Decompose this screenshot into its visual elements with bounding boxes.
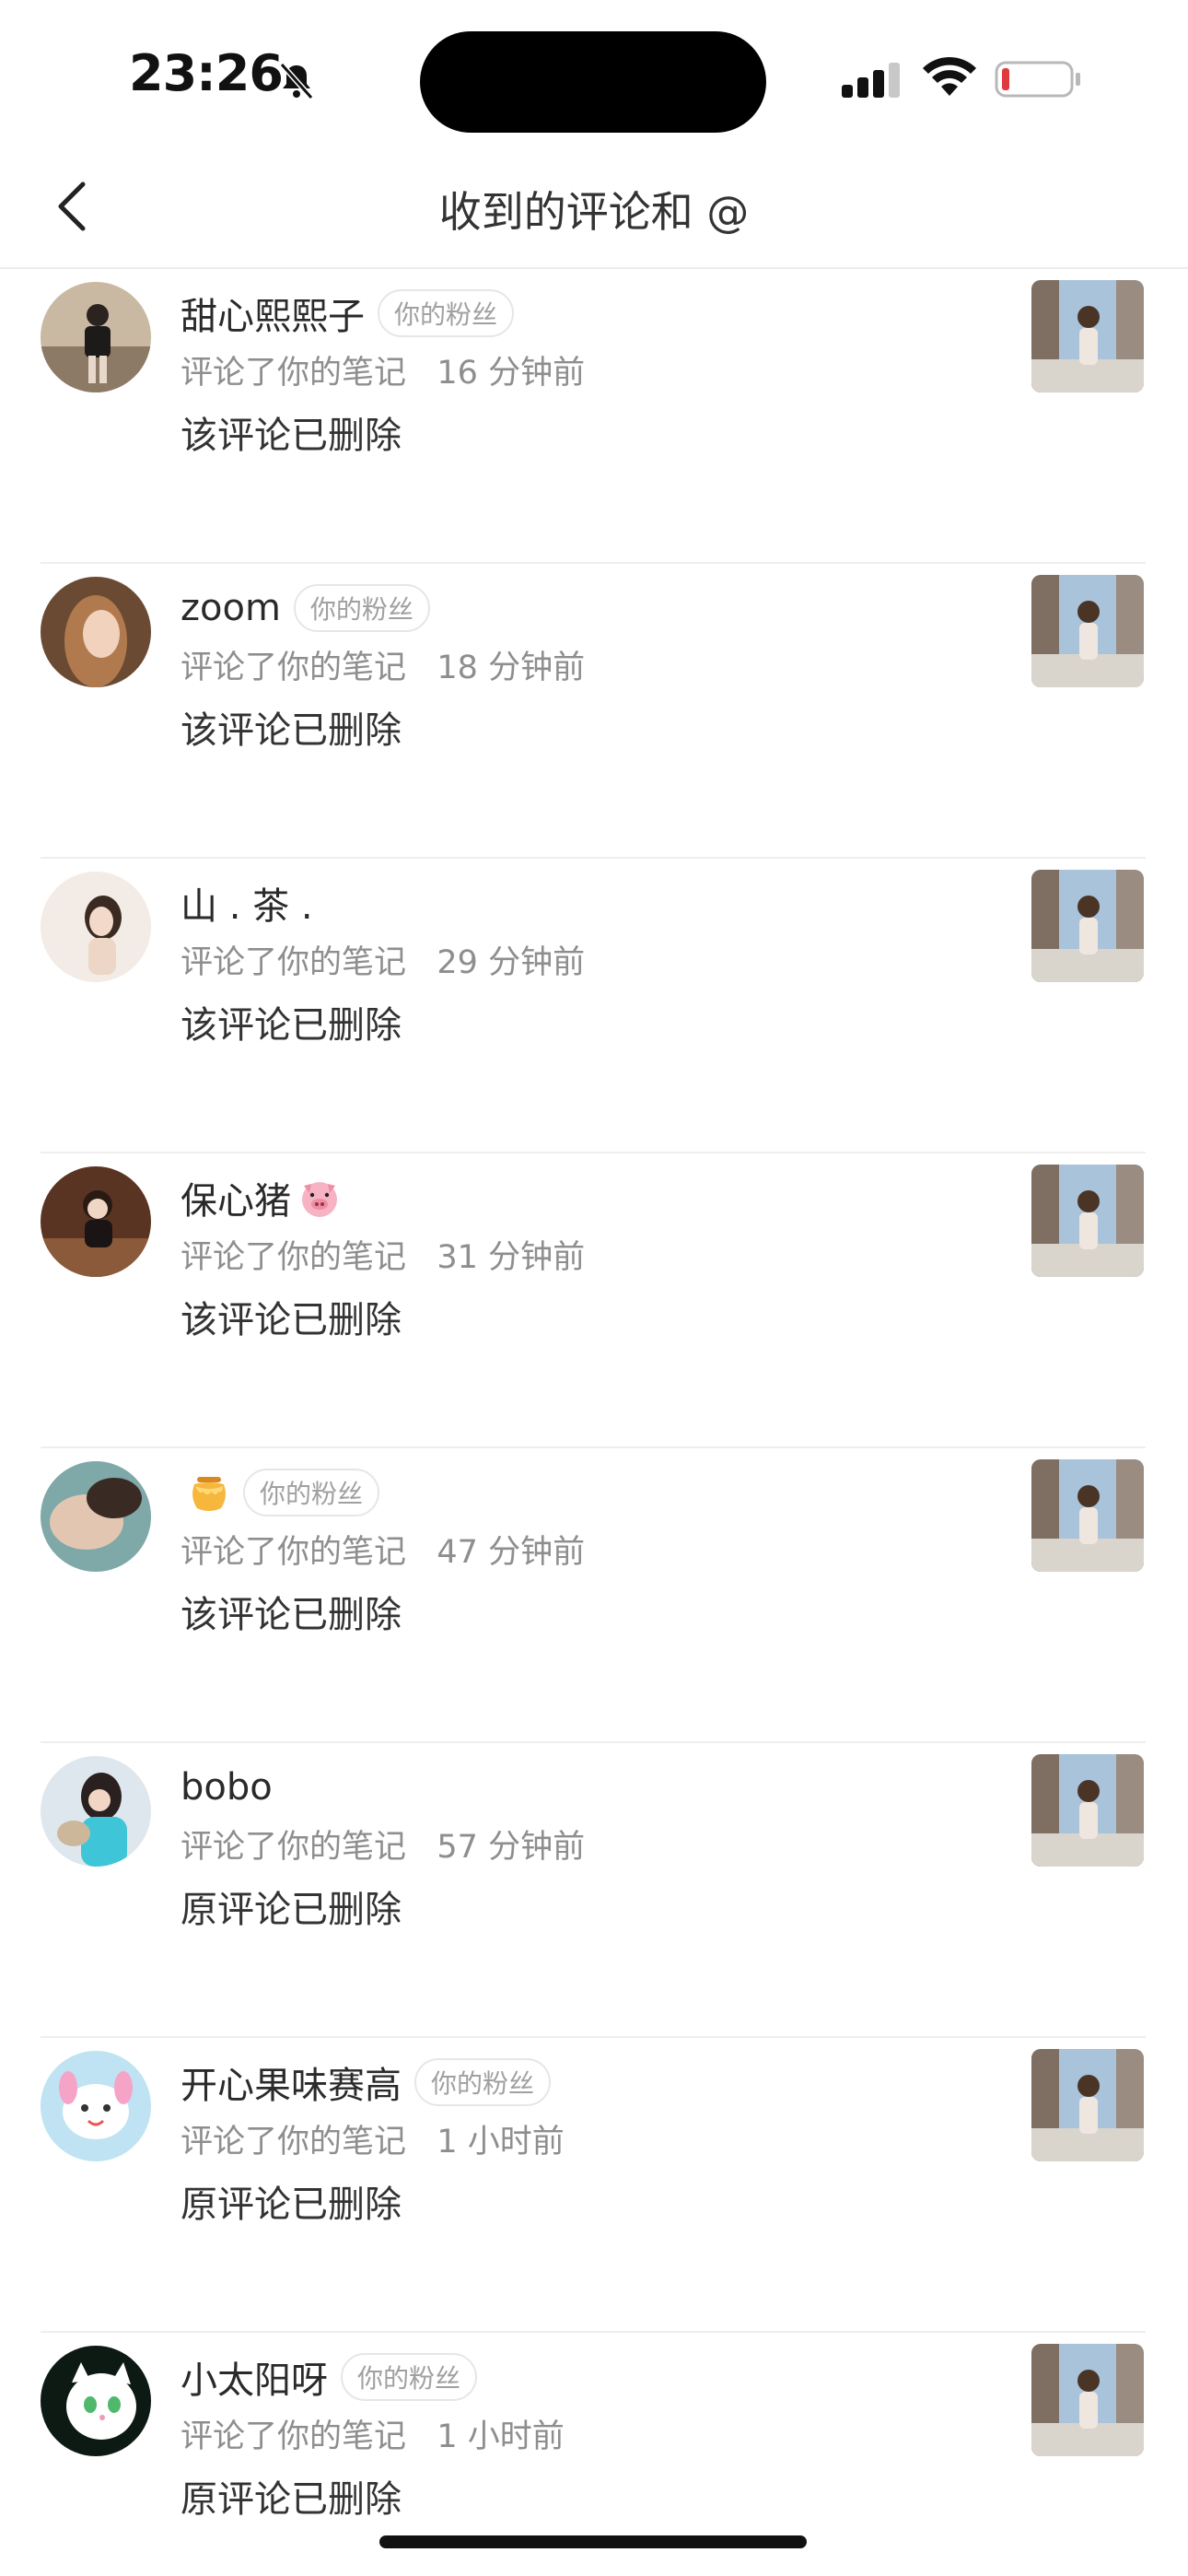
name-row: 开心果味赛高 你的粉丝 xyxy=(181,2055,552,2110)
action-text: 评论了你的笔记 xyxy=(181,650,407,686)
name-row: 保心猪 xyxy=(181,1170,341,1225)
avatar[interactable] xyxy=(41,2346,151,2456)
avatar[interactable] xyxy=(41,872,151,982)
action-text: 评论了你的笔记 xyxy=(181,1829,407,1866)
comment-text: 该评论已删除 xyxy=(181,1594,402,1636)
avatar[interactable] xyxy=(41,577,151,687)
pig-face-emoji xyxy=(302,1182,337,1217)
comment-text: 该评论已删除 xyxy=(181,709,402,752)
name-row: zoom 你的粉丝 xyxy=(181,580,430,636)
fan-badge: 你的粉丝 xyxy=(341,2353,478,2401)
timestamp: 1 小时前 xyxy=(437,2418,565,2455)
timestamp: 57 分钟前 xyxy=(437,1829,586,1866)
comment-text: 原评论已删除 xyxy=(181,1889,402,1931)
meta-text: 评论了你的笔记 16 分钟前 xyxy=(181,346,585,393)
action-text: 评论了你的笔记 xyxy=(181,944,407,981)
fan-badge: 你的粉丝 xyxy=(293,584,430,632)
notification-list: 甜心熙熙子 你的粉丝 评论了你的笔记 16 分钟前 该评论已删除 zoom 你的… xyxy=(0,269,1188,2576)
action-text: 评论了你的笔记 xyxy=(181,1534,407,1571)
timestamp: 16 分钟前 xyxy=(437,355,586,392)
username[interactable]: 山 . 茶 . xyxy=(181,876,313,930)
bell-slash-icon xyxy=(279,63,314,100)
note-thumbnail[interactable] xyxy=(1031,2344,1144,2456)
meta-text: 评论了你的笔记 18 分钟前 xyxy=(181,641,585,688)
note-thumbnail[interactable] xyxy=(1031,1165,1144,1277)
name-row: 你的粉丝 xyxy=(181,1465,380,1520)
note-thumbnail[interactable] xyxy=(1031,1459,1144,1572)
list-item[interactable]: 保心猪 评论了你的笔记 31 分钟前 该评论已删除 xyxy=(0,1153,1188,1448)
name-row: 山 . 茶 . xyxy=(181,875,313,931)
nav-bar: 收到的评论和 @ xyxy=(0,138,1188,269)
avatar[interactable] xyxy=(41,1756,151,1867)
meta-text: 评论了你的笔记 1 小时前 xyxy=(181,2410,565,2457)
action-text: 评论了你的笔记 xyxy=(181,1239,407,1276)
comment-text: 该评论已删除 xyxy=(181,415,402,457)
list-item[interactable]: 山 . 茶 . 评论了你的笔记 29 分钟前 该评论已删除 xyxy=(0,859,1188,1153)
action-text: 评论了你的笔记 xyxy=(181,2418,407,2455)
list-item[interactable]: 开心果味赛高 你的粉丝 评论了你的笔记 1 小时前 原评论已删除 xyxy=(0,2038,1188,2333)
note-thumbnail[interactable] xyxy=(1031,575,1144,687)
comment-text: 该评论已删除 xyxy=(181,1004,402,1047)
note-thumbnail[interactable] xyxy=(1031,1754,1144,1867)
list-item[interactable]: bobo 评论了你的笔记 57 分钟前 原评论已删除 xyxy=(0,1743,1188,2038)
home-indicator[interactable] xyxy=(379,2535,807,2548)
username[interactable]: bobo xyxy=(181,1766,273,1809)
page-title: 收到的评论和 @ xyxy=(438,187,750,237)
note-thumbnail[interactable] xyxy=(1031,2049,1144,2161)
timestamp: 1 小时前 xyxy=(437,2124,565,2160)
avatar[interactable] xyxy=(41,1461,151,1572)
meta-text: 评论了你的笔记 29 分钟前 xyxy=(181,936,585,983)
dynamic-island xyxy=(420,31,766,133)
comment-text: 该评论已删除 xyxy=(181,1299,402,1341)
timestamp: 18 分钟前 xyxy=(437,650,586,686)
username[interactable]: 小太阳呀 xyxy=(181,2350,328,2404)
battery-low-icon xyxy=(995,61,1080,98)
fan-badge: 你的粉丝 xyxy=(378,289,515,337)
note-thumbnail[interactable] xyxy=(1031,280,1144,392)
list-item[interactable]: 你的粉丝 评论了你的笔记 47 分钟前 该评论已删除 xyxy=(0,1448,1188,1743)
fan-badge: 你的粉丝 xyxy=(414,2058,552,2106)
wifi-icon xyxy=(923,56,976,96)
comment-text: 原评论已删除 xyxy=(181,2184,402,2226)
list-item[interactable]: zoom 你的粉丝 评论了你的笔记 18 分钟前 该评论已删除 xyxy=(0,564,1188,859)
meta-text: 评论了你的笔记 57 分钟前 xyxy=(181,1821,585,1868)
meta-text: 评论了你的笔记 47 分钟前 xyxy=(181,1526,585,1573)
timestamp: 47 分钟前 xyxy=(437,1534,586,1571)
list-item[interactable]: 甜心熙熙子 你的粉丝 评论了你的笔记 16 分钟前 该评论已删除 xyxy=(0,269,1188,564)
timestamp: 31 分钟前 xyxy=(437,1239,586,1276)
honey-pot-emoji xyxy=(192,1477,226,1511)
username[interactable]: 甜心熙熙子 xyxy=(181,287,365,340)
cellular-signal-icon xyxy=(842,63,900,98)
note-thumbnail[interactable] xyxy=(1031,870,1144,982)
timestamp: 29 分钟前 xyxy=(437,944,586,981)
meta-text: 评论了你的笔记 1 小时前 xyxy=(181,2115,565,2162)
username[interactable]: 保心猪 xyxy=(181,1171,291,1224)
username[interactable]: zoom xyxy=(181,587,281,629)
name-row: 小太阳呀 你的粉丝 xyxy=(181,2349,478,2405)
avatar[interactable] xyxy=(41,282,151,392)
comment-text: 原评论已删除 xyxy=(181,2478,402,2521)
action-text: 评论了你的笔记 xyxy=(181,2124,407,2160)
avatar[interactable] xyxy=(41,2051,151,2161)
meta-text: 评论了你的笔记 31 分钟前 xyxy=(181,1231,585,1278)
username[interactable]: 开心果味赛高 xyxy=(181,2055,402,2109)
fan-badge: 你的粉丝 xyxy=(243,1469,380,1516)
action-text: 评论了你的笔记 xyxy=(181,355,407,392)
name-row: bobo xyxy=(181,1760,273,1815)
name-row: 甜心熙熙子 你的粉丝 xyxy=(181,286,515,341)
status-time: 23:26 xyxy=(129,44,284,102)
avatar[interactable] xyxy=(41,1166,151,1277)
